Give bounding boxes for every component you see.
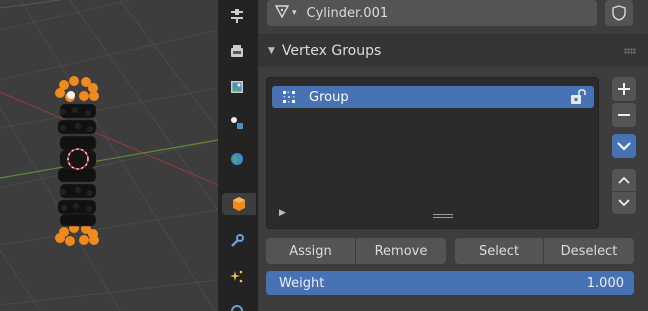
world-icon[interactable] [226,148,248,170]
move-down-button[interactable] [612,192,636,214]
properties-editor: ▾ Cylinder.001 ▼ Vertex Groups Group ▶ A… [258,0,648,311]
move-up-button[interactable] [612,169,636,191]
vertex-group-name[interactable]: Group [309,90,349,105]
modifier-icon[interactable] [226,230,248,252]
collapse-arrow-icon[interactable]: ▼ [268,46,275,56]
select-button[interactable]: Select [455,238,544,264]
list-resize-grip[interactable] [433,214,453,218]
remove-button[interactable]: Remove [356,238,446,264]
particles-icon[interactable] [226,266,248,288]
vertex-group-list[interactable]: Group ▶ [266,77,599,229]
object-data-bar: ▾ Cylinder.001 [258,0,648,30]
add-vertex-group-button[interactable] [612,77,636,101]
weight-value: 1.000 [586,275,624,291]
drag-grip-icon[interactable] [624,48,636,54]
unlock-icon[interactable] [570,89,588,105]
vertex-groups-panel: ▼ Vertex Groups Group ▶ Assign Remove Se… [258,34,648,311]
vertex-group-icon [283,91,295,103]
view-layer-icon[interactable] [226,112,248,134]
physics-icon[interactable] [226,300,248,311]
chevron-down-icon [617,142,631,151]
chevron-down-icon: ▾ [292,8,297,18]
tool-icon[interactable] [226,5,248,27]
list-options-arrow-icon[interactable]: ▶ [279,208,286,218]
mesh-data-name[interactable]: Cylinder.001 [307,6,389,21]
3d-viewport[interactable] [0,0,218,311]
plus-icon [618,83,630,95]
cylinder-mesh[interactable] [0,0,218,311]
weight-slider[interactable]: Weight 1.000 [266,271,634,295]
render-icon[interactable] [226,40,248,62]
object-icon[interactable] [222,193,256,215]
panel-title: Vertex Groups [281,43,382,59]
weight-label: Weight [279,275,325,291]
deselect-button[interactable]: Deselect [544,238,634,264]
mesh-data-icon [274,4,290,22]
triangle-up-icon [618,176,630,184]
output-icon[interactable] [226,76,248,98]
fake-user-shield-icon[interactable] [605,0,633,26]
select-deselect-group: Select Deselect [455,238,634,264]
triangle-down-icon [618,199,630,207]
mesh-data-selector[interactable]: ▾ Cylinder.001 [267,0,597,26]
properties-tab-strip [218,0,258,311]
vertex-groups-header[interactable]: ▼ Vertex Groups [258,35,648,67]
list-item[interactable]: Group [272,86,594,108]
assign-button[interactable]: Assign [266,238,356,264]
assign-remove-group: Assign Remove [266,238,446,264]
vertex-group-specials-menu[interactable] [612,134,636,158]
remove-vertex-group-button[interactable] [612,103,636,127]
minus-icon [618,114,630,116]
